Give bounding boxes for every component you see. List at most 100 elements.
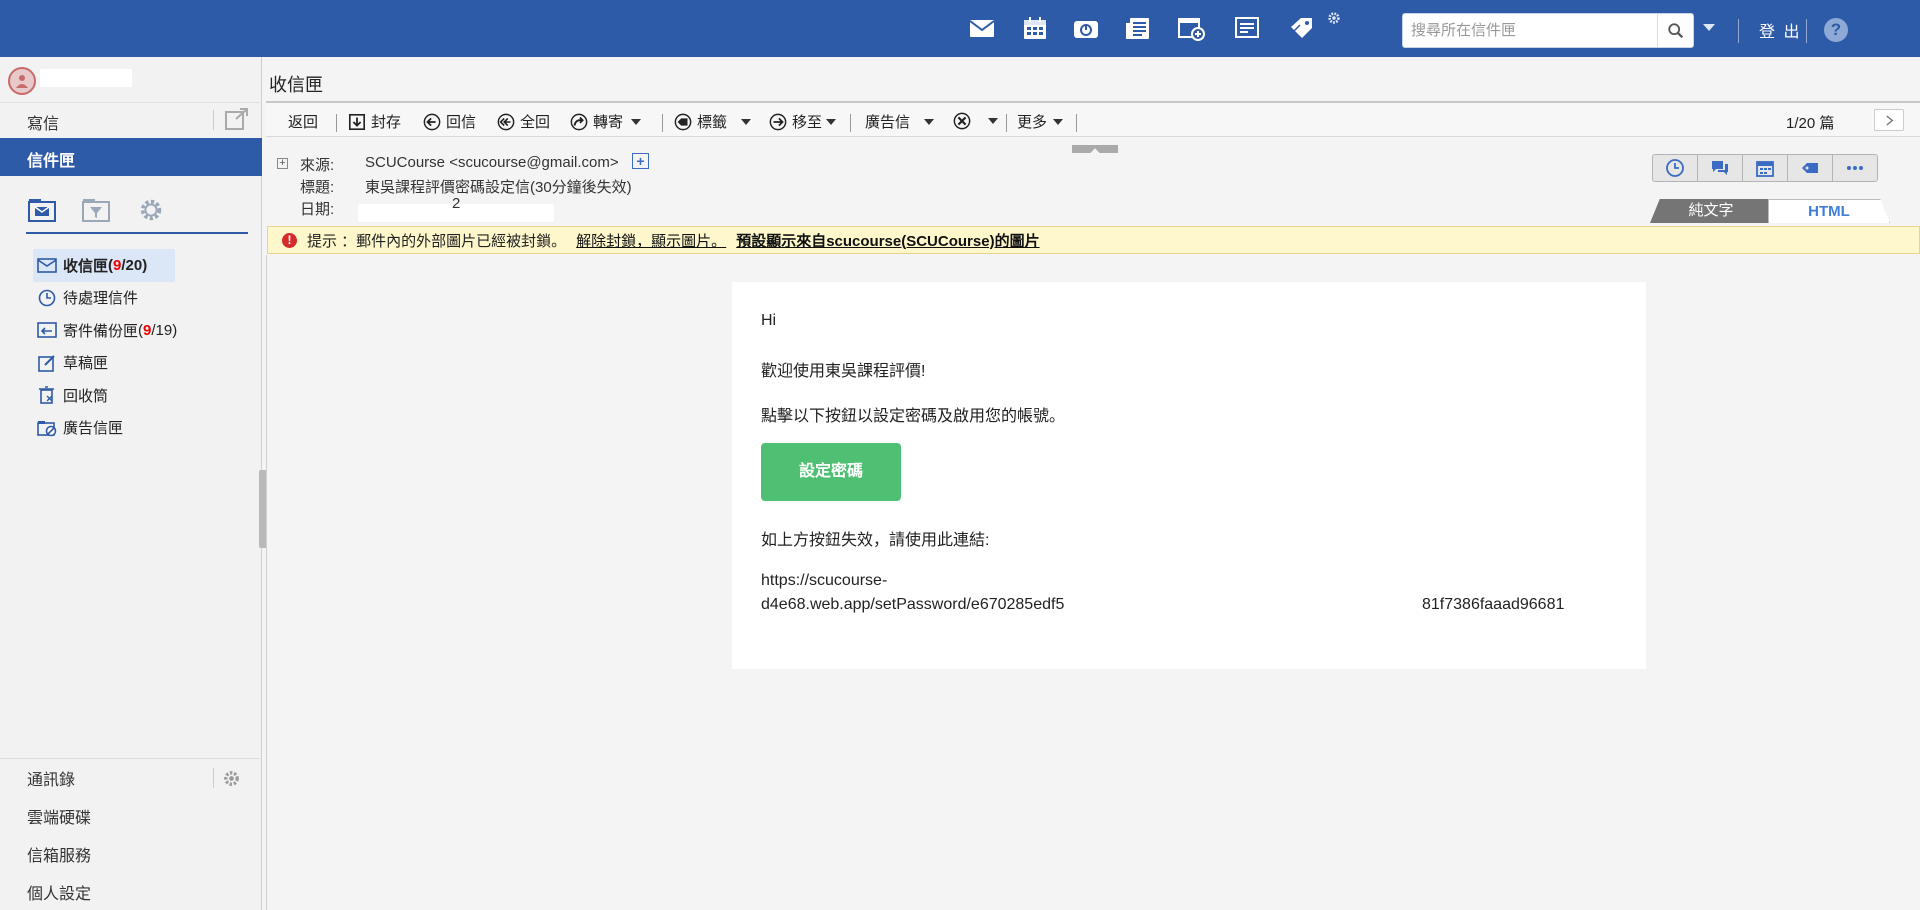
password-link-line2-start[interactable]: d4e68.web.app/setPassword/e670285edf5 bbox=[761, 596, 1064, 614]
expand-header-icon[interactable]: + bbox=[277, 158, 288, 169]
reply-all-label: 全回 bbox=[520, 114, 551, 131]
gear-icon[interactable] bbox=[222, 769, 241, 793]
move-button[interactable]: 移至 bbox=[768, 111, 837, 132]
folder-list: 收信匣(9/20) 待處理信件 寄件備份匣(9/19) 草稿匣 回收筒 廣告信匣 bbox=[33, 249, 263, 444]
reply-button[interactable]: 回信 bbox=[422, 111, 476, 132]
memo-icon[interactable] bbox=[1232, 14, 1262, 42]
password-link-line1[interactable]: https://scucourse- bbox=[761, 572, 887, 590]
calendar-icon bbox=[1756, 161, 1774, 177]
link-redaction bbox=[1102, 587, 1392, 613]
personal-settings-item[interactable]: 個人設定 bbox=[0, 873, 262, 910]
contacts-label: 通訊錄 bbox=[27, 772, 76, 789]
folder-label: 待處理信件 bbox=[63, 290, 139, 308]
clock-icon bbox=[1666, 159, 1684, 177]
spam-caret[interactable] bbox=[924, 118, 935, 125]
delete-caret[interactable] bbox=[988, 118, 998, 124]
label-button[interactable]: 標籤 bbox=[673, 111, 752, 132]
reply-all-button[interactable]: 全回 bbox=[496, 111, 550, 132]
clock-icon bbox=[37, 289, 57, 307]
move-caret[interactable] bbox=[826, 118, 837, 125]
add-to-calendar-button[interactable] bbox=[1742, 154, 1788, 182]
tag-icon bbox=[1802, 163, 1818, 173]
archive-icon bbox=[347, 112, 367, 132]
more-caret[interactable] bbox=[1053, 118, 1064, 125]
snooze-button[interactable] bbox=[1652, 154, 1698, 182]
add-event-icon[interactable] bbox=[1176, 14, 1206, 42]
folder-label: 收信匣 bbox=[63, 257, 109, 275]
email-instruction: 點擊以下按鈕以設定密碼及啟用您的帳號。 bbox=[761, 408, 1066, 425]
compose-button[interactable]: 寫信 bbox=[27, 110, 59, 134]
mailbox-tab[interactable]: 信件匣 bbox=[0, 138, 262, 176]
filter-tab-icon[interactable] bbox=[80, 195, 112, 225]
divider bbox=[850, 114, 851, 132]
folders-tab-icon[interactable] bbox=[26, 195, 58, 225]
folder-spam[interactable]: 廣告信匣 bbox=[33, 412, 263, 445]
folder-drafts[interactable]: 草稿匣 bbox=[33, 347, 263, 380]
more-button[interactable]: 更多 bbox=[1017, 111, 1064, 132]
draft-icon bbox=[37, 354, 57, 372]
ellipsis-icon bbox=[1847, 166, 1863, 170]
header-action-buttons bbox=[1652, 154, 1878, 182]
cloud-drive-label: 雲端硬碟 bbox=[27, 810, 92, 827]
mailbox-tab-label: 信件匣 bbox=[27, 153, 76, 170]
top-bar: 登 出 ? bbox=[0, 0, 1920, 57]
disk-icon[interactable] bbox=[1071, 14, 1101, 42]
contacts-item[interactable]: 通訊錄 bbox=[0, 759, 262, 797]
unblock-images-link[interactable]: 解除封鎖，顯示圖片。 bbox=[576, 230, 726, 251]
password-link-line2-end[interactable]: 81f7386faaad96681 bbox=[1422, 596, 1564, 614]
gear-tab-icon[interactable] bbox=[135, 195, 167, 225]
help-icon[interactable]: ? bbox=[1824, 18, 1848, 42]
always-show-images-link[interactable]: 預設顯示來自scucourse(SCUCourse)的圖片 bbox=[736, 230, 1039, 251]
email-fallback-text: 如上方按鈕失效，請使用此連結: bbox=[761, 532, 990, 549]
spam-button[interactable]: 廣告信 bbox=[865, 111, 935, 132]
avatar[interactable] bbox=[8, 67, 36, 95]
tag-icon[interactable] bbox=[1287, 14, 1317, 42]
move-label: 移至 bbox=[792, 114, 823, 131]
archive-button[interactable]: 封存 bbox=[347, 111, 401, 132]
more-actions-button[interactable] bbox=[1832, 154, 1878, 182]
total-count: /19 bbox=[151, 321, 173, 339]
page-title: 收信匣 bbox=[269, 75, 323, 95]
mail-icon[interactable] bbox=[967, 14, 997, 42]
cloud-drive-item[interactable]: 雲端硬碟 bbox=[0, 797, 262, 835]
subject-label: 標題: bbox=[300, 179, 335, 196]
set-password-button[interactable]: 設定密碼 bbox=[761, 443, 901, 501]
search-button[interactable] bbox=[1657, 14, 1693, 47]
back-button[interactable]: 返回 bbox=[288, 111, 318, 132]
reply-label: 回信 bbox=[446, 114, 477, 131]
forward-button[interactable]: 轉寄 bbox=[569, 111, 642, 132]
folder-trash[interactable]: 回收筒 bbox=[33, 379, 263, 412]
popout-icon[interactable] bbox=[224, 107, 250, 131]
subject-value: 東吳課程評價密碼設定信(30分鐘後失效) bbox=[365, 179, 632, 196]
divider bbox=[1806, 19, 1807, 43]
mail-services-item[interactable]: 信箱服務 bbox=[0, 835, 262, 873]
delete-button[interactable] bbox=[952, 111, 998, 131]
tag-button[interactable] bbox=[1787, 154, 1833, 182]
forward-caret[interactable] bbox=[631, 118, 642, 125]
chat-icon bbox=[1712, 161, 1728, 175]
compose-row: 寫信 bbox=[0, 102, 262, 135]
from-value[interactable]: SCUCourse <scucourse@gmail.com> bbox=[365, 154, 619, 171]
folder-sent[interactable]: 寄件備份匣(9/19) bbox=[33, 314, 263, 347]
add-contact-icon[interactable]: + bbox=[632, 153, 649, 169]
logout-link[interactable]: 登 出 bbox=[1759, 18, 1801, 42]
label-label: 標籤 bbox=[697, 114, 728, 131]
folder-pending[interactable]: 待處理信件 bbox=[33, 282, 263, 315]
chevron-right-icon bbox=[1885, 114, 1893, 126]
email-welcome: 歡迎使用東吳課程評價! bbox=[761, 363, 926, 380]
reply-icon bbox=[422, 112, 442, 132]
next-page-button[interactable] bbox=[1874, 109, 1904, 131]
folder-inbox[interactable]: 收信匣(9/20) bbox=[33, 249, 175, 282]
newspaper-icon[interactable] bbox=[1123, 14, 1153, 42]
tab-html[interactable]: HTML bbox=[1768, 199, 1890, 223]
search-input[interactable] bbox=[1403, 14, 1658, 47]
conversation-button[interactable] bbox=[1697, 154, 1743, 182]
tab-plain-text[interactable]: 純文字 bbox=[1650, 199, 1772, 223]
account-name bbox=[40, 69, 132, 87]
calendar-icon[interactable] bbox=[1020, 14, 1050, 42]
folder-label: 草稿匣 bbox=[63, 355, 109, 373]
label-caret[interactable] bbox=[741, 118, 752, 125]
sent-icon bbox=[37, 321, 57, 339]
search-options-caret[interactable] bbox=[1703, 24, 1715, 31]
settings-icon[interactable] bbox=[1326, 10, 1342, 26]
